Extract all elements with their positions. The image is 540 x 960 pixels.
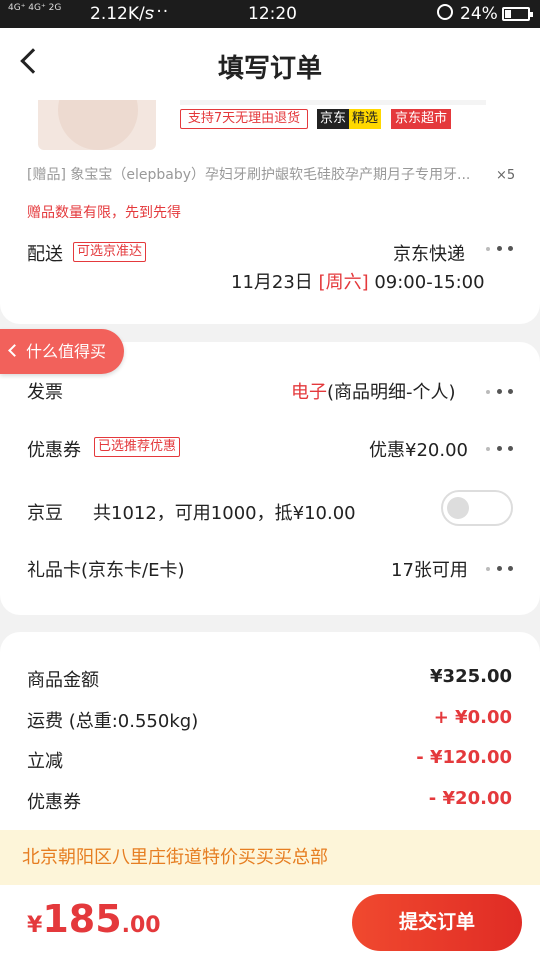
jingdou-toggle[interactable] bbox=[441, 490, 513, 526]
battery-percent: 24% bbox=[460, 4, 498, 24]
total-decimal: .00 bbox=[121, 913, 161, 938]
summary-label: 商品金额 bbox=[27, 670, 99, 691]
delivery-label: 配送 bbox=[27, 244, 63, 265]
invoice-value[interactable]: 电子(商品明细-个人) bbox=[291, 378, 456, 404]
chevron-left-icon bbox=[8, 344, 21, 357]
page-title: 填写订单 bbox=[217, 54, 322, 84]
gift-quantity: ×5 bbox=[496, 168, 516, 183]
status-bar: 4G⁺ 4G⁺ 2G 2.12K/s ··· 12:20 24% bbox=[0, 0, 540, 28]
jingdou-label: 京豆 bbox=[27, 503, 63, 524]
payment-options-card: 发票 电子(商品明细-个人) 优惠券 已选推荐优惠 优惠¥20.00 京豆 共1… bbox=[0, 342, 540, 615]
worth-buying-tab[interactable]: 什么值得买 bbox=[0, 329, 124, 374]
product-image[interactable] bbox=[38, 100, 156, 150]
delivery-weekday: [周六] bbox=[318, 272, 369, 293]
summary-label: 立减 bbox=[27, 751, 63, 772]
total-price: ¥185.00 bbox=[27, 897, 161, 941]
worth-buying-label: 什么值得买 bbox=[26, 342, 107, 361]
selected-tag-label: 精选 bbox=[349, 109, 382, 129]
order-item-card: 支持7天无理由退货 京东 精选 京东超市 [赠品] 象宝宝（elepbaby）孕妇… bbox=[0, 100, 540, 324]
invoice-more-icon[interactable] bbox=[486, 389, 514, 395]
invoice-type: 电子 bbox=[291, 382, 327, 403]
divider bbox=[180, 100, 486, 105]
gift-item[interactable]: [赠品] 象宝宝（elepbaby）孕妇牙刷护龈软毛硅胶孕产期月子专用牙... bbox=[27, 164, 497, 184]
page-header: 填写订单 bbox=[0, 28, 540, 100]
gift-card-label: 礼品卡(京东卡/E卡) bbox=[27, 560, 185, 581]
status-time: 12:20 bbox=[248, 4, 297, 24]
alarm-icon bbox=[437, 4, 453, 20]
address-banner[interactable]: 北京朝阳区八里庄街道特价买买买总部 bbox=[0, 830, 540, 885]
summary-label: 运费 (总重:0.550kg) bbox=[27, 711, 199, 732]
delivery-time-range: 09:00-15:00 bbox=[374, 272, 485, 293]
gift-card-value[interactable]: 17张可用 bbox=[391, 556, 468, 582]
delivery-date: 11月23日 bbox=[231, 272, 313, 293]
summary-value: ¥325.00 bbox=[430, 666, 512, 687]
submit-order-button[interactable]: 提交订单 bbox=[352, 894, 522, 951]
supermarket-tag: 京东超市 bbox=[391, 109, 451, 129]
battery-icon bbox=[502, 7, 533, 21]
jd-tag-label: 京东 bbox=[317, 109, 350, 129]
coupon-value[interactable]: 优惠¥20.00 bbox=[369, 436, 468, 462]
delivery-company[interactable]: 京东快递 bbox=[393, 240, 465, 266]
more-notifications-icon: ··· bbox=[150, 2, 170, 22]
checkout-footer: ¥185.00 提交订单 bbox=[0, 885, 540, 960]
summary-value: - ¥20.00 bbox=[428, 788, 512, 809]
delivery-badge: 可选京准达 bbox=[73, 242, 147, 262]
total-integer: 185 bbox=[42, 897, 122, 941]
toggle-knob bbox=[447, 497, 469, 519]
network-speed: 2.12K/s bbox=[90, 4, 154, 24]
invoice-detail: (商品明细-个人) bbox=[327, 382, 456, 403]
coupon-label: 优惠券 bbox=[27, 440, 81, 461]
currency-symbol: ¥ bbox=[27, 913, 43, 938]
delivery-time[interactable]: 11月23日 [周六] 09:00-15:00 bbox=[231, 268, 485, 294]
summary-label: 优惠券 bbox=[27, 792, 81, 813]
coupon-more-icon[interactable] bbox=[486, 446, 514, 452]
summary-value: - ¥120.00 bbox=[416, 747, 512, 768]
jingdou-detail: 共1012，可用1000，抵¥10.00 bbox=[93, 503, 356, 524]
coupon-badge: 已选推荐优惠 bbox=[94, 437, 181, 457]
return-policy-tag: 支持7天无理由退货 bbox=[180, 109, 308, 129]
summary-value: + ¥0.00 bbox=[433, 707, 512, 728]
jd-selected-tag: 京东 精选 bbox=[317, 109, 384, 129]
gift-limit-note: 赠品数量有限，先到先得 bbox=[27, 205, 181, 221]
gift-card-more-icon[interactable] bbox=[486, 566, 514, 572]
delivery-more-icon[interactable] bbox=[486, 246, 514, 252]
invoice-label: 发票 bbox=[27, 382, 63, 403]
network-indicator: 4G⁺ 4G⁺ 2G bbox=[8, 3, 62, 13]
